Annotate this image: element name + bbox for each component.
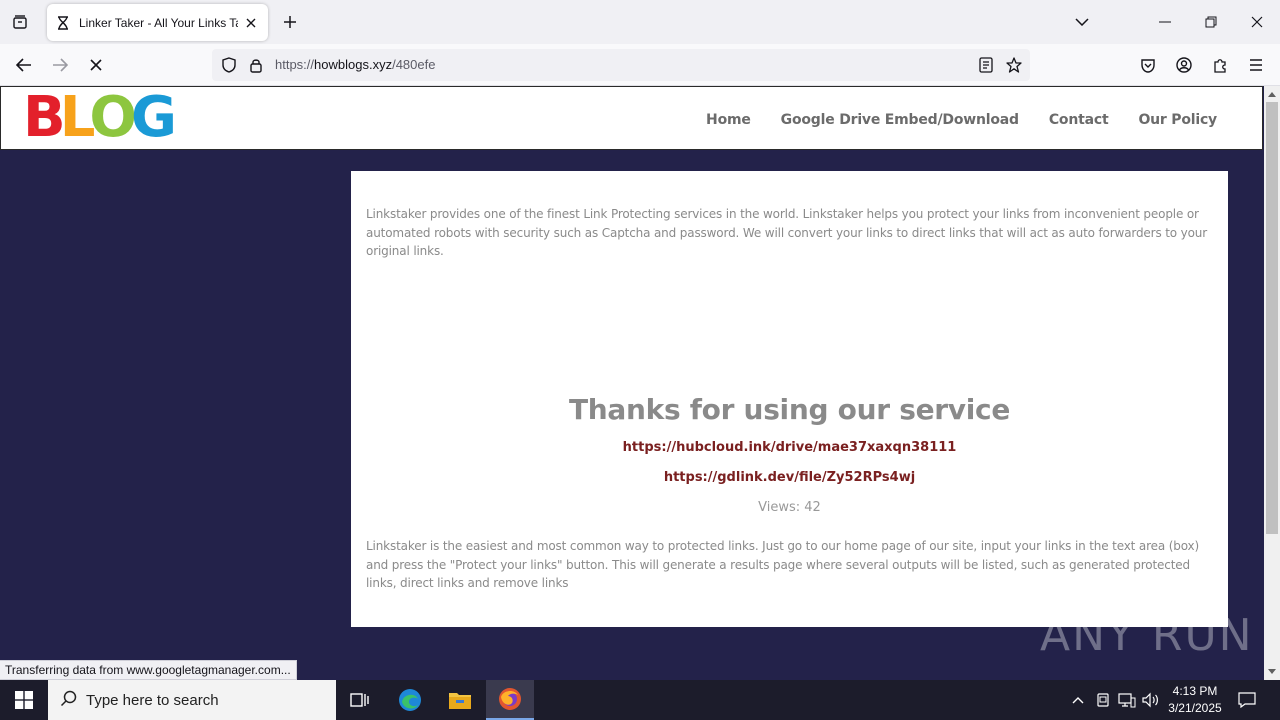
clock-time: 4:13 PM [1172, 684, 1218, 698]
task-view-icon[interactable] [336, 680, 384, 720]
watermark-text: ANY RUN [1040, 610, 1254, 661]
tab-title: Linker Taker - All Your Links Taken [79, 15, 238, 30]
search-icon [60, 689, 78, 711]
network-icon[interactable] [1117, 690, 1137, 710]
tray-device-icon[interactable] [1093, 690, 1113, 710]
volume-icon[interactable] [1141, 690, 1161, 710]
scroll-up-icon[interactable] [1264, 86, 1280, 102]
taskbar-clock[interactable]: 4:13 PM 3/21/2025 [1160, 683, 1230, 717]
lock-icon[interactable] [247, 56, 265, 74]
outro-paragraph: Linkstaker is the easiest and most commo… [366, 539, 1200, 590]
close-tab-icon[interactable] [242, 14, 260, 32]
nav-contact[interactable]: Contact [1049, 112, 1109, 128]
url-bar[interactable]: https://howblogs.xyz/480efe [212, 49, 1030, 81]
pocket-icon[interactable] [1136, 53, 1160, 77]
tab-list-icon[interactable] [8, 10, 32, 34]
protected-link-2[interactable]: https://gdlink.dev/file/Zy52RPs4wj [351, 470, 1228, 485]
reader-view-icon[interactable] [977, 56, 995, 74]
close-window-icon[interactable] [1245, 10, 1269, 34]
status-bar: Transferring data from www.googletagmana… [0, 660, 297, 680]
logo-letter-g: G [130, 86, 177, 150]
windows-taskbar: Type here to search 4:13 PM 3/21/2025 [0, 680, 1280, 720]
scroll-down-icon[interactable] [1264, 664, 1280, 680]
page-scrollbar[interactable] [1264, 86, 1280, 680]
taskbar-search-box[interactable]: Type here to search [48, 680, 336, 720]
anyrun-watermark: ANY RUN [1040, 610, 1254, 661]
intro-paragraph: Linkstaker provides one of the finest Li… [366, 207, 1208, 258]
account-icon[interactable] [1172, 53, 1196, 77]
nav-google-drive[interactable]: Google Drive Embed/Download [781, 112, 1019, 128]
content-card: Linkstaker provides one of the finest Li… [351, 171, 1228, 627]
logo-letter-l: L [59, 86, 96, 150]
browser-tab-bar: Linker Taker - All Your Links Taken [0, 0, 1280, 44]
back-arrow-icon[interactable] [12, 53, 36, 77]
thanks-heading: Thanks for using our service [568, 393, 1011, 426]
views-count: Views: 42 [758, 500, 821, 515]
url-prefix: https:// [275, 57, 315, 72]
clock-date: 3/21/2025 [1168, 701, 1222, 715]
windows-start-icon[interactable] [0, 680, 48, 720]
logo-letter-b: B [23, 86, 66, 150]
file-explorer-icon[interactable] [436, 680, 484, 720]
bookmark-star-icon[interactable] [1005, 56, 1023, 74]
firefox-taskbar-icon[interactable] [486, 680, 534, 720]
minimize-icon[interactable] [1153, 10, 1177, 34]
nav-home[interactable]: Home [706, 112, 751, 128]
site-header: BLOG Home Google Drive Embed/Download Co… [0, 86, 1263, 150]
edge-browser-icon[interactable] [386, 680, 434, 720]
url-host: howblogs.xyz [314, 57, 393, 72]
active-tab[interactable]: Linker Taker - All Your Links Taken [47, 4, 268, 41]
search-placeholder: Type here to search [86, 691, 219, 709]
stop-loading-icon[interactable] [84, 53, 108, 77]
hourglass-icon [55, 15, 71, 31]
url-text[interactable]: https://howblogs.xyz/480efe [275, 57, 435, 72]
list-all-tabs-icon[interactable] [1070, 10, 1094, 34]
protected-link-1[interactable]: https://hubcloud.ink/drive/mae37xaxqn381… [351, 440, 1228, 455]
tray-chevron-up-icon[interactable] [1068, 690, 1088, 710]
forward-arrow-icon[interactable] [48, 53, 72, 77]
site-nav: Home Google Drive Embed/Download Contact… [676, 112, 1217, 128]
nav-our-policy[interactable]: Our Policy [1138, 112, 1217, 128]
extensions-icon[interactable] [1208, 53, 1232, 77]
page-viewport: BLOG Home Google Drive Embed/Download Co… [0, 86, 1264, 680]
url-path: /480efe [392, 57, 436, 72]
site-logo[interactable]: BLOG [23, 86, 177, 150]
new-tab-icon[interactable] [280, 12, 300, 32]
menu-hamburger-icon[interactable] [1244, 53, 1268, 77]
notification-icon[interactable] [1237, 690, 1257, 710]
browser-nav-bar: https://howblogs.xyz/480efe [0, 44, 1280, 86]
scroll-thumb[interactable] [1266, 102, 1278, 534]
logo-letter-o: O [89, 86, 137, 150]
shield-icon[interactable] [220, 56, 238, 74]
restore-icon[interactable] [1199, 10, 1223, 34]
